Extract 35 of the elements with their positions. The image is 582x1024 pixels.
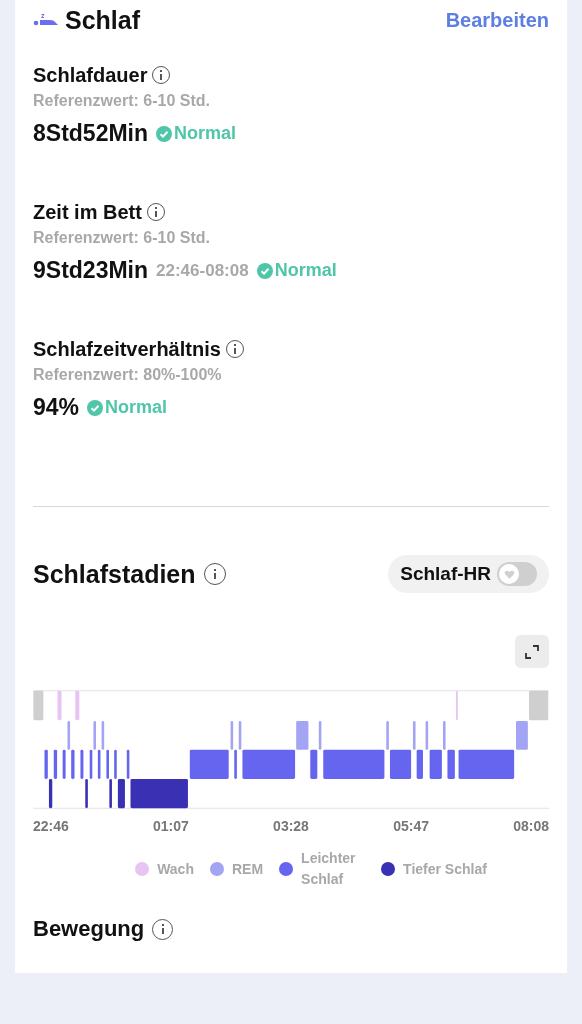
time-label: 03:28 bbox=[273, 818, 309, 834]
heart-icon bbox=[503, 568, 515, 580]
toggle-switch[interactable] bbox=[497, 562, 537, 586]
expand-icon bbox=[524, 643, 540, 660]
check-icon bbox=[256, 262, 273, 279]
reference-text: Referenzwert: 80%-100% bbox=[33, 366, 223, 384]
metric-title: Schlafdauer bbox=[33, 63, 148, 87]
section-title: Schlaf bbox=[65, 5, 141, 35]
metric-value: 9Std23Min bbox=[33, 257, 149, 284]
legend-label: Tiefer Schlaf bbox=[403, 859, 487, 879]
status-text: Normal bbox=[274, 260, 337, 281]
metric-title: Zeit im Bett bbox=[33, 200, 142, 224]
bed-icon bbox=[33, 13, 59, 27]
time-range: 22:46-08:08 bbox=[156, 260, 249, 281]
check-icon bbox=[156, 125, 173, 142]
legend-label: REM bbox=[231, 859, 264, 879]
time-label: 22:46 bbox=[33, 818, 69, 834]
reference-text: Referenzwert: 6-10 Std. bbox=[33, 92, 211, 110]
metric-title: Schlafzeitverhältnis bbox=[33, 337, 221, 361]
status-text: Normal bbox=[174, 123, 237, 144]
section-title: Bewegung bbox=[33, 916, 145, 942]
reference-text: Referenzwert: 6-10 Std. bbox=[33, 229, 211, 247]
metric-value: 8Std52Min bbox=[33, 120, 149, 147]
metric-value: 94% bbox=[33, 394, 80, 421]
time-label: 01:07 bbox=[153, 818, 189, 834]
section-title: Schlafstadien bbox=[33, 559, 196, 589]
status-text: Normal bbox=[105, 397, 168, 418]
time-label: 08:08 bbox=[513, 818, 549, 834]
legend-label: Leichter Schlaf bbox=[301, 849, 357, 889]
expand-button[interactable] bbox=[515, 635, 549, 668]
legend-label: Wach bbox=[157, 859, 194, 879]
check-icon bbox=[87, 399, 104, 416]
time-label: 05:47 bbox=[393, 818, 429, 834]
heart-rate-toggle[interactable]: Schlaf-HR bbox=[388, 555, 549, 593]
edit-link[interactable]: Bearbeiten bbox=[445, 8, 549, 32]
